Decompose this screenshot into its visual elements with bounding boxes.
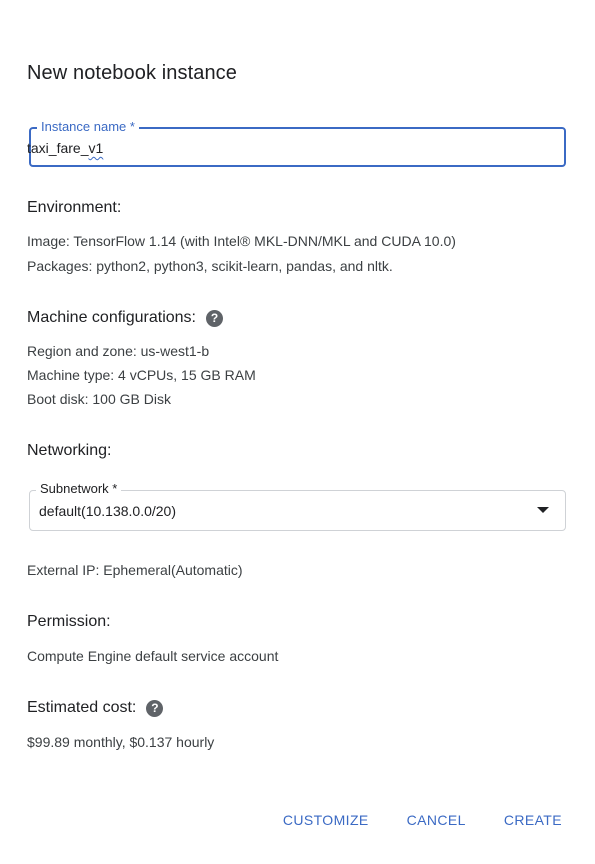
dialog-title: New notebook instance bbox=[27, 62, 238, 84]
help-circle-icon[interactable]: ? bbox=[205, 309, 223, 327]
networking-heading: Networking: bbox=[27, 442, 111, 460]
environment-image: Image: TensorFlow 1.14 (with Intel® MKL-… bbox=[27, 233, 456, 249]
subnetwork-label: Subnetwork * bbox=[36, 482, 122, 496]
instance-name-flagged: v1 bbox=[88, 140, 104, 156]
networking-heading-label: Networking: bbox=[27, 442, 112, 459]
instance-name-field[interactable]: Instance name * taxi_fare_v1 bbox=[27, 120, 566, 167]
environment-packages: Packages: python2, python3, scikit-learn… bbox=[27, 258, 393, 274]
instance-name-prefix: taxi_fare_ bbox=[27, 140, 89, 156]
external-ip: External IP: Ephemeral(Automatic) bbox=[27, 562, 243, 578]
help-circle-icon[interactable]: ? bbox=[146, 699, 164, 717]
new-notebook-dialog: New notebook instance Instance name * ta… bbox=[0, 0, 595, 864]
estimated-cost-heading: Estimated cost: ? bbox=[27, 699, 164, 717]
machine-boot-disk: Boot disk: 100 GB Disk bbox=[27, 391, 171, 407]
environment-heading-label: Environment: bbox=[27, 199, 122, 216]
instance-name-label: Instance name * bbox=[37, 120, 139, 134]
environment-heading: Environment: bbox=[27, 199, 121, 217]
dialog-actions: CUSTOMIZE CANCEL CREATE bbox=[283, 812, 562, 828]
customize-button[interactable]: CUSTOMIZE bbox=[283, 812, 369, 828]
subnetwork-select[interactable]: Subnetwork * default(10.138.0.0/20) bbox=[29, 482, 566, 531]
instance-name-value[interactable]: taxi_fare_v1 bbox=[27, 140, 103, 156]
estimated-cost-heading-label: Estimated cost: bbox=[27, 699, 137, 716]
chevron-down-icon[interactable] bbox=[537, 507, 549, 513]
subnetwork-value: default(10.138.0.0/20) bbox=[39, 503, 176, 519]
estimated-cost-value: $99.89 monthly, $0.137 hourly bbox=[27, 734, 215, 750]
permission-heading: Permission: bbox=[27, 613, 111, 631]
create-button[interactable]: CREATE bbox=[504, 812, 562, 828]
cancel-button[interactable]: CANCEL bbox=[407, 812, 466, 828]
machine-type: Machine type: 4 vCPUs, 15 GB RAM bbox=[27, 367, 256, 383]
permission-heading-label: Permission: bbox=[27, 613, 111, 630]
machine-region: Region and zone: us-west1-b bbox=[27, 343, 210, 359]
machine-config-heading-label: Machine configurations: bbox=[27, 309, 196, 326]
permission-value: Compute Engine default service account bbox=[27, 648, 279, 664]
machine-config-heading: Machine configurations: ? bbox=[27, 309, 223, 327]
